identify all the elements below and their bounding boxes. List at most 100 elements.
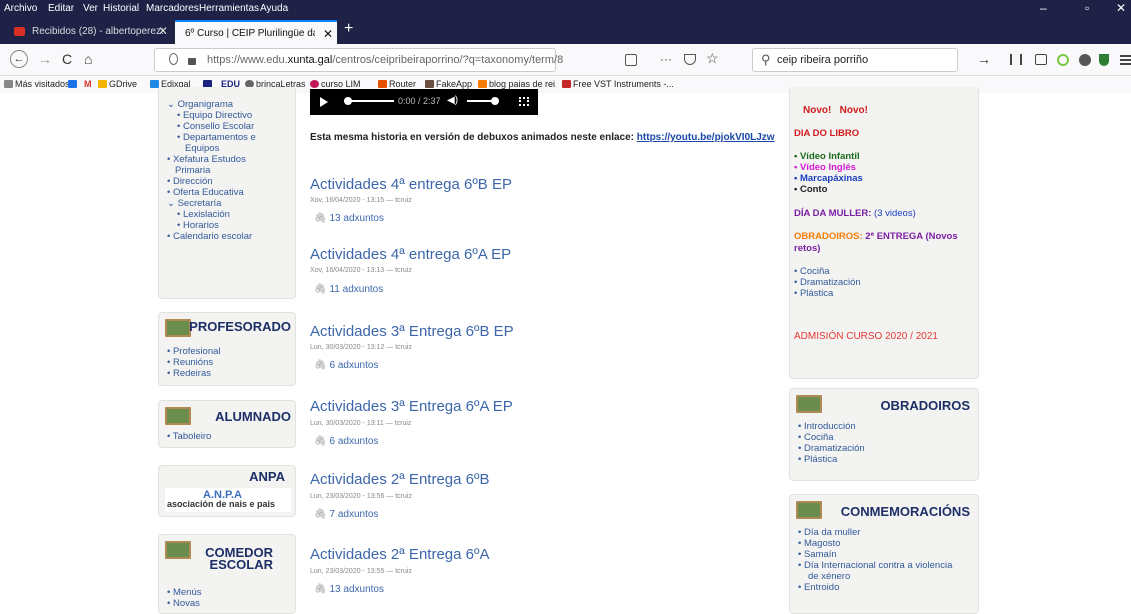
link-redeiras[interactable]: • Redeiras [167,368,221,379]
volume-knob[interactable] [491,97,499,105]
fullscreen-icon[interactable] [519,97,529,106]
link-video-infantil[interactable]: • Vídeo Infantil [794,151,863,162]
menu-xefatura[interactable]: • Xefatura Estudos [167,154,256,165]
home-button[interactable]: ⌂ [84,51,92,67]
bookmark-curso-lim[interactable]: curso LIM [310,79,361,89]
bookmark-blog[interactable]: blog paias de rei [478,79,555,89]
reader-view-icon[interactable] [625,54,637,66]
link-violencia-xenero[interactable]: • Día Internacional contra a violencia [798,560,952,571]
attachments-link[interactable]: 🖇 6 adxuntos [314,436,378,447]
minimize-icon[interactable]: – [1040,1,1047,15]
attachments-link[interactable]: 🖇 6 adxuntos [314,360,378,371]
link-marcapaxinas[interactable]: • Marcapáxinas [794,173,863,184]
article-title[interactable]: Actividades 4ª entrega 6ºB EP [310,176,512,193]
restore-icon[interactable]: ▫ [1085,1,1089,15]
attachments-link[interactable]: 🖇 11 adxuntos [314,284,383,295]
menu-consello-escolar[interactable]: • Consello Escolar [167,121,256,132]
link-novas[interactable]: • Novas [167,598,201,609]
link-cocina-2[interactable]: • Cociña [798,432,865,443]
link-profesional[interactable]: • Profesional [167,346,221,357]
attachments-link[interactable]: 🖇 7 adxuntos [314,509,378,520]
article-title[interactable]: Actividades 2ª Entrega 6ºA [310,546,489,563]
menu-historial[interactable]: Historial [103,3,139,14]
bookmark-fakeapp[interactable]: FakeApp [425,79,472,89]
bookmark-free-vst[interactable]: Free VST Instruments -... [562,79,674,89]
tab-gmail[interactable]: Recibidos (28) - albertoperez: ✕ [4,20,172,44]
close-tab-icon[interactable]: ✕ [323,27,333,41]
article-title[interactable]: Actividades 3ª Entrega 6ºA EP [310,398,513,415]
volume-icon[interactable]: ◀︎) [447,95,458,106]
url-bar[interactable]: https://www.edu.xunta.gal/centros/ceipri… [154,48,563,72]
article-title[interactable]: Actividades 2ª Entrega 6ºB [310,471,489,488]
link-dia-muller[interactable]: • Día da muller [798,527,952,538]
menu-editar[interactable]: Editar [48,3,74,14]
close-tab-icon[interactable]: ✕ [158,24,168,38]
link-plastica-2[interactable]: • Plástica [798,454,865,465]
menu-ayuda[interactable]: Ayuda [260,3,288,14]
menu-calendario-escolar[interactable]: • Calendario escolar [167,231,256,242]
anpa-logo[interactable]: A.N.P.A asociación de nais e pais [165,488,291,512]
library-icon[interactable] [1010,54,1022,65]
reload-button[interactable]: C [62,51,72,67]
bookmark-gdrive[interactable]: GDrive [98,79,137,89]
bookmark-router[interactable]: Router [378,79,416,89]
play-icon[interactable] [320,97,328,107]
attachments-link[interactable]: 🖇 13 adxuntos [314,584,384,595]
link-cocina[interactable]: • Cociña [794,266,861,277]
shield-icon[interactable] [169,53,178,65]
back-button[interactable]: ← [10,50,28,68]
hamburger-menu-icon[interactable] [1120,55,1131,57]
article-title[interactable]: Actividades 3ª Entrega 6ºB EP [310,323,514,340]
menu-secretaria[interactable]: ⌄ Secretaría [167,198,256,209]
more-actions-icon[interactable]: ··· [660,52,672,66]
bookmark-mail[interactable] [68,79,79,89]
progress-knob[interactable] [344,97,352,105]
menu-herramientas[interactable]: Herramientas [199,3,259,14]
search-go-button[interactable]: → [977,51,991,67]
menu-departamentos[interactable]: • Departamentos e [167,132,256,143]
menu-lexislacion[interactable]: • Lexislación [167,209,256,220]
bookmark-gmail[interactable]: M [84,79,92,89]
article-title[interactable]: Actividades 4ª entrega 6ºA EP [310,246,511,263]
dia-muller-line[interactable]: DÍA DA MULLER: (3 videos) [794,208,916,219]
link-dramatizacion[interactable]: • Dramatización [794,277,861,288]
menu-marcadores[interactable]: Marcadores [146,3,199,14]
link-conto[interactable]: • Conto [794,184,863,195]
menu-departamentos-cont[interactable]: Equipos [167,143,256,154]
dia-libro-title[interactable]: DIA DO LIBRO [794,128,859,139]
menu-ver[interactable]: Ver [83,3,98,14]
extension-shield-icon[interactable] [1099,54,1109,66]
forward-button[interactable]: → [38,51,52,67]
link-plastica[interactable]: • Plástica [794,288,861,299]
lock-icon[interactable] [188,58,196,65]
link-taboleiro[interactable]: • Taboleiro [167,431,211,442]
bookmark-mas-visitados[interactable]: Más visitados [4,79,70,89]
attachments-link[interactable]: 🖇 13 adxuntos [314,213,384,224]
new-tab-button[interactable]: + [344,20,353,38]
menu-archivo[interactable]: Archivo [4,3,37,14]
link-violencia-xenero-cont[interactable]: de xénero [798,571,952,582]
youtube-link[interactable]: https://youtu.be/pjokVI0LJzw [637,132,775,143]
sidebar-icon[interactable] [1035,54,1047,65]
menu-direccion[interactable]: • Dirección [167,176,256,187]
menu-equipo-directivo[interactable]: • Equipo Directivo [167,110,256,121]
menu-xefatura-cont[interactable]: Primaria [167,165,256,176]
link-reunions[interactable]: • Reunións [167,357,221,368]
search-box[interactable]: ⚲ ceip ribeira porriño [752,48,958,72]
link-menus[interactable]: • Menús [167,587,201,598]
menu-horarios[interactable]: • Horarios [167,220,256,231]
menu-oferta-educativa[interactable]: • Oferta Educativa [167,187,256,198]
link-magosto[interactable]: • Magosto [798,538,952,549]
menu-organigrama[interactable]: ⌄ Organigrama [167,99,256,110]
link-video-ingles[interactable]: • Vídeo Inglés [794,162,863,173]
tab-ceip[interactable]: 6º Curso | CEIP Plurilingüe da Ribei ✕ [175,20,337,44]
link-dramatizacion-2[interactable]: • Dramatización [798,443,865,454]
link-samain[interactable]: • Samaín [798,549,952,560]
pocket-icon[interactable] [684,54,696,65]
video-player[interactable]: 0:00 / 2:37 ◀︎) [310,89,538,115]
extension-gray-icon[interactable] [1079,54,1091,66]
extension-green-icon[interactable] [1057,54,1069,66]
star-bookmark-icon[interactable]: ☆ [706,50,719,67]
admision-link[interactable]: ADMISIÓN CURSO 2020 / 2021 [794,331,938,342]
link-introduccion[interactable]: • Introducción [798,421,865,432]
